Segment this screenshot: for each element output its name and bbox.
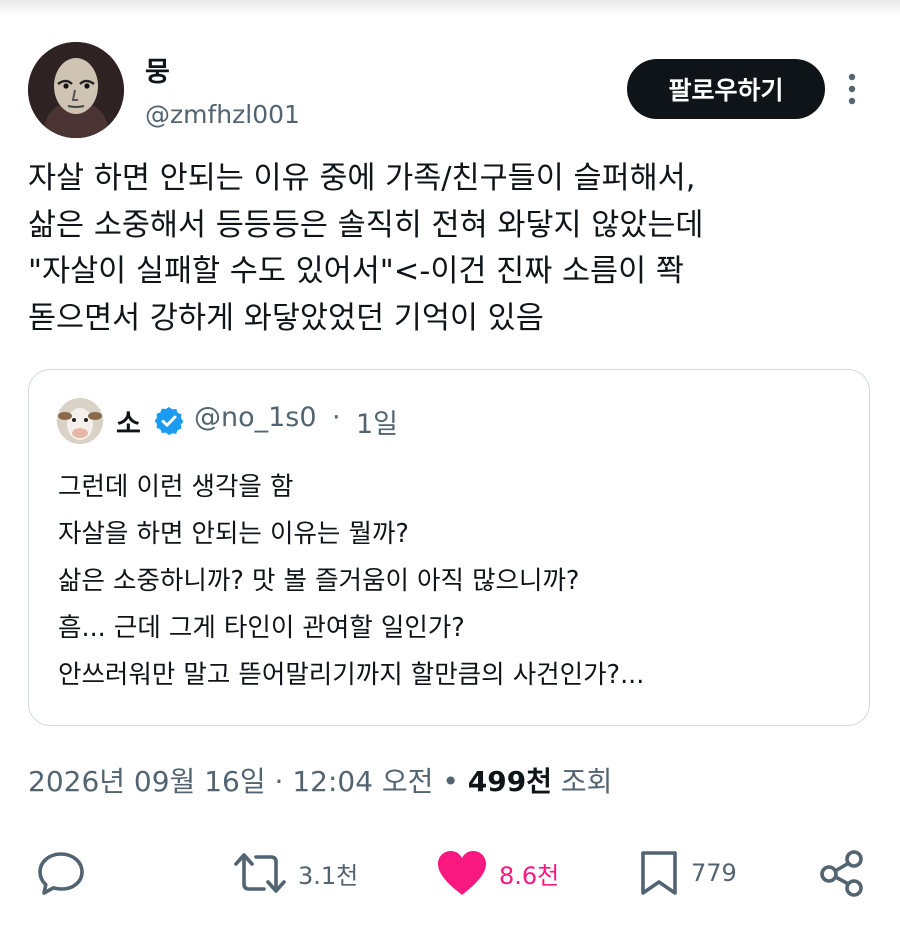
quoted-timestamp[interactable]: 1일 [356, 402, 398, 441]
tweet-text: 자살 하면 안되는 이유 중에 가족/친구들이 슬퍼해서, 삶은 소중해서 등등… [28, 161, 704, 336]
more-options-icon[interactable] [842, 72, 862, 106]
like-button[interactable]: 8.6천 [435, 845, 559, 901]
quoted-author-avatar[interactable] [57, 398, 103, 444]
author-avatar[interactable] [28, 42, 124, 138]
quoted-tweet[interactable]: 소 @no_1s0 · 1일 그런데 이런 생각을 함 자살을 하면 안되는 이… [28, 369, 870, 726]
quoted-author-name[interactable]: 소 [116, 402, 141, 441]
quoted-separator: · [332, 402, 341, 433]
like-count: 8.6천 [499, 861, 560, 890]
reply-icon [36, 850, 86, 896]
share-icon [818, 849, 866, 897]
author-handle[interactable]: @zmfhzl001 [145, 100, 300, 129]
tweet-date[interactable]: 2026년 09월 16일 [28, 765, 266, 798]
retweet-count: 3.1천 [298, 861, 359, 890]
tweet-meta: 2026년 09월 16일 · 12:04 오전 • 499천 조회 [28, 760, 612, 800]
retweet-button[interactable]: 3.1천 [232, 845, 358, 901]
quoted-author-handle[interactable]: @no_1s0 [194, 402, 317, 433]
quoted-tweet-text: 그런데 이런 생각을 함 자살을 하면 안되는 이유는 뭘까? 삶은 소중하니까… [58, 472, 645, 690]
bookmark-count: 779 [691, 859, 737, 887]
bookmark-button[interactable]: 779 [637, 845, 737, 901]
view-count: 499천 [467, 765, 552, 798]
top-edge-fade [0, 0, 900, 16]
meta-separator: · [265, 765, 293, 798]
tweet-time[interactable]: 12:04 오전 [292, 765, 433, 798]
follow-button[interactable]: 팔로우하기 [627, 59, 825, 119]
meta-separator-dot: • [433, 765, 468, 798]
reply-button[interactable] [36, 845, 86, 901]
heart-icon [435, 849, 489, 897]
bookmark-icon [637, 849, 681, 897]
view-label: 조회 [551, 765, 613, 798]
author-name[interactable]: 뭉 [145, 50, 170, 89]
verified-badge-icon [153, 405, 185, 437]
retweet-icon [232, 850, 288, 896]
share-button[interactable] [818, 845, 866, 901]
